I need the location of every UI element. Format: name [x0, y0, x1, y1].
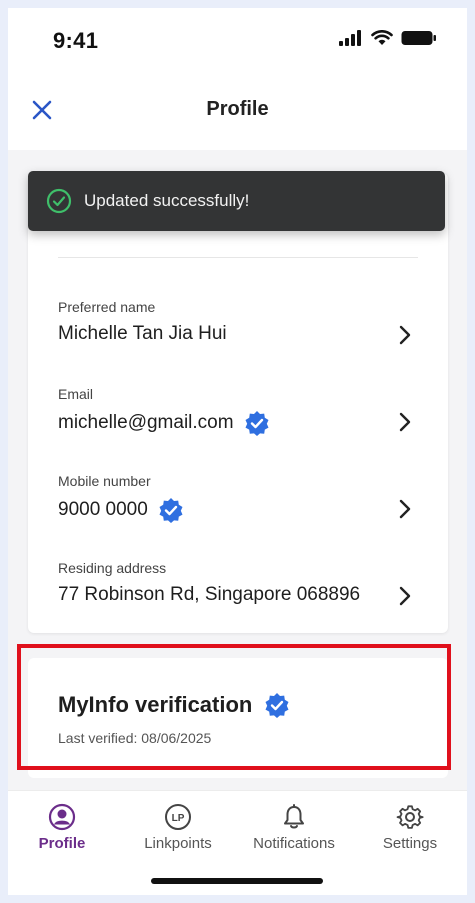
- email-value-wrap: michelle@gmail.com: [58, 410, 270, 436]
- tab-profile[interactable]: Profile: [12, 803, 112, 852]
- bottom-tab-bar: Profile LP Linkpoints Notifications Sett…: [8, 790, 467, 895]
- linkpoints-icon: LP: [165, 804, 191, 830]
- toast-message: Updated successfully!: [84, 191, 250, 210]
- email-value: michelle@gmail.com: [58, 412, 234, 433]
- profile-icon: [48, 803, 76, 831]
- preferred-name-value: Michelle Tan Jia Hui: [58, 323, 227, 344]
- linkpoints-icon-text: LP: [172, 813, 185, 824]
- battery-icon: [401, 31, 436, 45]
- verified-badge-icon: [159, 498, 183, 523]
- check-circle-icon: [46, 188, 72, 214]
- myinfo-last-verified: Last verified: 08/06/2025: [58, 730, 212, 746]
- residing-address-row[interactable]: Residing address 77 Robinson Rd, Singapo…: [58, 560, 418, 630]
- mobile-number-value-wrap: 9000 0000: [58, 497, 184, 523]
- header: Profile: [8, 78, 467, 150]
- residing-address-value: 77 Robinson Rd, Singapore 068896: [58, 584, 361, 605]
- tab-settings[interactable]: Settings: [360, 803, 460, 852]
- home-indicator: [151, 878, 323, 884]
- myinfo-verification-card[interactable]: MyInfo verification Last verified: 08/06…: [28, 658, 448, 778]
- residing-address-value-wrap: 77 Robinson Rd, Singapore 068896: [58, 584, 360, 606]
- tab-profile-label: Profile: [38, 835, 86, 852]
- tab-notifications[interactable]: Notifications: [244, 803, 344, 852]
- tab-notifications-label: Notifications: [253, 835, 335, 852]
- preferred-name-label: Preferred name: [58, 299, 156, 315]
- preferred-name-value-wrap: Michelle Tan Jia Hui: [58, 323, 227, 345]
- mobile-number-row[interactable]: Mobile number 9000 0000: [58, 473, 418, 543]
- wifi-icon: [371, 30, 393, 45]
- myinfo-title: MyInfo verification: [58, 692, 253, 717]
- chevron-right-icon[interactable]: [398, 412, 412, 432]
- chevron-right-icon[interactable]: [398, 325, 412, 345]
- verified-badge-icon: [245, 411, 269, 436]
- profile-details-card: Preferred name Michelle Tan Jia Hui Emai…: [28, 173, 448, 633]
- mobile-number-value: 9000 0000: [58, 499, 148, 520]
- divider: [58, 257, 418, 258]
- preferred-name-row[interactable]: Preferred name Michelle Tan Jia Hui: [58, 299, 418, 369]
- residing-address-label: Residing address: [58, 560, 167, 576]
- tab-linkpoints[interactable]: LP Linkpoints: [128, 803, 228, 852]
- phone-screen: 9:41 Profile Preferred name Michelle Tan…: [8, 8, 467, 895]
- email-row[interactable]: Email michelle@gmail.com: [58, 386, 418, 456]
- signal-icon: [339, 30, 361, 46]
- status-time: 9:41: [53, 28, 99, 53]
- gear-icon: [396, 805, 424, 829]
- chevron-right-icon[interactable]: [398, 586, 412, 606]
- status-icons: [339, 30, 437, 46]
- myinfo-title-wrap: MyInfo verification: [58, 692, 290, 718]
- page-title: Profile: [206, 98, 269, 120]
- tab-settings-label: Settings: [382, 835, 438, 852]
- tab-linkpoints-label: Linkpoints: [144, 835, 212, 852]
- email-label: Email: [58, 386, 94, 402]
- mobile-number-label: Mobile number: [58, 473, 151, 489]
- status-bar: 9:41: [8, 8, 467, 78]
- bell-icon: [284, 804, 304, 829]
- chevron-right-icon[interactable]: [398, 499, 412, 519]
- success-toast: Updated successfully!: [28, 171, 445, 231]
- verified-badge-icon: [265, 693, 289, 718]
